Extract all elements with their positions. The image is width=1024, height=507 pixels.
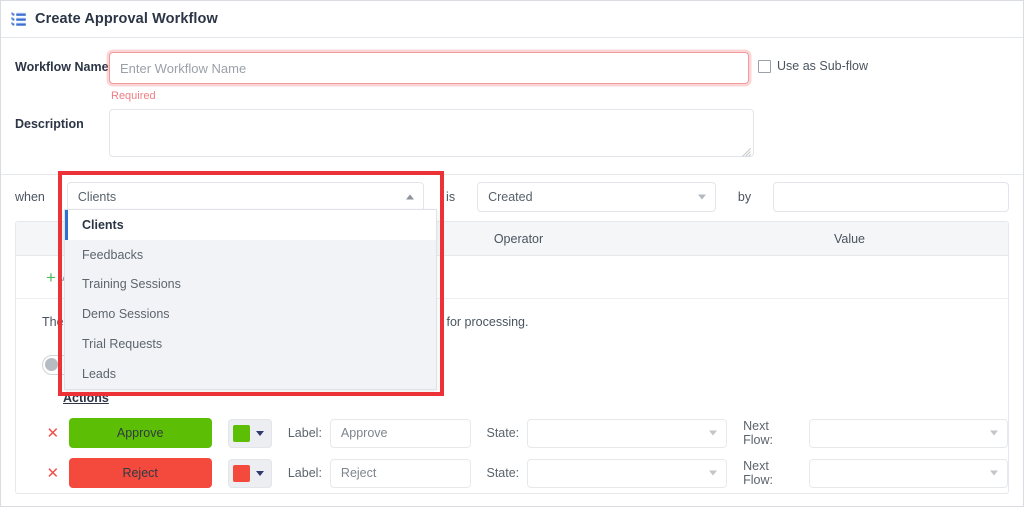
- by-label: by: [737, 190, 752, 204]
- action-preview-button[interactable]: Reject: [68, 458, 212, 488]
- chevron-down-icon: [709, 470, 718, 476]
- color-swatch: [232, 424, 250, 442]
- description-field-wrap: [109, 109, 754, 160]
- ordered-list-icon: [11, 12, 26, 26]
- close-icon[interactable]: ✕: [44, 426, 62, 441]
- action-row: ✕ Reject Label: Reject State: Next Flow:: [16, 453, 1008, 493]
- chevron-down-icon: [255, 470, 264, 476]
- workflow-name-input[interactable]: [109, 52, 749, 84]
- dropdown-option[interactable]: Trial Requests: [65, 329, 436, 359]
- dropdown-option[interactable]: Leads: [65, 359, 436, 389]
- by-input[interactable]: [773, 182, 1009, 212]
- color-swatch: [232, 464, 250, 482]
- module-select-value: Clients: [77, 190, 117, 204]
- action-label-input[interactable]: Reject: [329, 458, 471, 488]
- dropdown-option[interactable]: Clients: [65, 210, 436, 240]
- action-label-caption: Label:: [287, 466, 322, 480]
- workflow-name-label: Workflow Name: [15, 60, 109, 74]
- description-textarea[interactable]: [109, 109, 754, 157]
- checkbox-box-icon[interactable]: [758, 59, 771, 73]
- window-header: Create Approval Workflow: [1, 1, 1023, 38]
- action-state-select[interactable]: [527, 458, 728, 488]
- action-preview-button[interactable]: Approve: [68, 418, 212, 448]
- for-processing-label: for processing.: [446, 315, 529, 329]
- dropdown-option[interactable]: Training Sessions: [65, 270, 436, 300]
- dropdown-option[interactable]: Demo Sessions: [65, 299, 436, 329]
- event-select[interactable]: Created: [477, 182, 716, 212]
- module-select[interactable]: Clients: [66, 182, 425, 212]
- create-approval-workflow-window: Create Approval Workflow Workflow Name R…: [0, 0, 1024, 507]
- dropdown-option[interactable]: Feedbacks: [65, 240, 436, 270]
- action-state-select[interactable]: [527, 418, 728, 448]
- workflow-form: Workflow Name Required Description: [1, 52, 1023, 160]
- chevron-down-icon: [697, 194, 706, 200]
- actions-section-title: Actions: [63, 391, 109, 405]
- chevron-down-icon: [990, 470, 998, 476]
- workflow-name-field-wrap: Required: [109, 52, 749, 102]
- action-nextflow-caption: Next Flow:: [743, 419, 774, 447]
- use-as-subflow-checkbox[interactable]: Use as Sub-flow: [758, 59, 868, 73]
- page-title: Create Approval Workflow: [35, 11, 218, 27]
- action-color-picker[interactable]: [227, 418, 272, 448]
- toggle-knob: [45, 358, 58, 371]
- workflow-name-error: Required: [111, 90, 156, 102]
- column-header-value: Value: [833, 231, 866, 246]
- module-select-dropdown[interactable]: Clients Feedbacks Training Sessions Demo Se…: [64, 209, 437, 390]
- action-color-picker[interactable]: [227, 458, 272, 488]
- plus-icon: +: [46, 267, 56, 287]
- close-icon[interactable]: ✕: [44, 466, 62, 481]
- action-state-caption: State:: [486, 426, 520, 440]
- action-nextflow-caption: Next Flow:: [743, 459, 774, 487]
- action-row: ✕ Approve Label: Approve State: Next Flo…: [16, 413, 1008, 453]
- is-label: is: [446, 190, 456, 204]
- action-label-input[interactable]: Approve: [329, 418, 471, 448]
- action-next-flow-select[interactable]: [809, 458, 1008, 488]
- chevron-down-icon: [255, 430, 264, 436]
- chevron-up-icon: [406, 194, 415, 200]
- when-label: when: [15, 190, 45, 204]
- action-next-flow-select[interactable]: [809, 418, 1008, 448]
- action-state-caption: State:: [486, 466, 520, 480]
- description-label: Description: [15, 117, 84, 131]
- use-as-subflow-label: Use as Sub-flow: [777, 59, 869, 73]
- event-select-value: Created: [488, 190, 533, 204]
- chevron-down-icon: [709, 430, 718, 436]
- description-row: Description: [15, 109, 1009, 160]
- chevron-down-icon: [990, 430, 998, 436]
- action-label-caption: Label:: [287, 426, 322, 440]
